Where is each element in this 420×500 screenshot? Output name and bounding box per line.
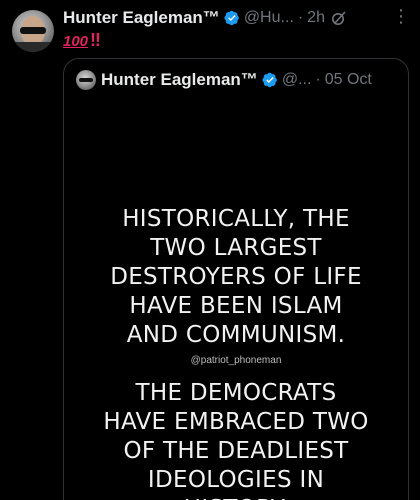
avatar[interactable] [12,10,54,52]
quoted-author-handle[interactable]: @... [282,71,312,89]
image-watermark: @patriot_phoneman [190,355,282,366]
avatar-sunglasses [20,27,46,34]
tweet-header: Hunter Eagleman™ @Hu... · 2h [63,6,412,30]
verified-badge-icon [262,72,277,88]
quoted-tweet-header: Hunter Eagleman™ @... · 05 Oct [76,69,398,91]
author-handle[interactable]: @Hu... [244,9,294,27]
quoted-author-display-name[interactable]: Hunter Eagleman™ [101,70,258,90]
double-exclamation-emoji: ‼ [90,30,101,50]
more-options-icon[interactable]: ⋮ [392,7,410,25]
avatar-shirt [12,42,54,52]
hundred-points-emoji: 100 [63,33,89,50]
quoted-image[interactable]: HISTORICALLY, THE TWO LARGEST DESTROYERS… [64,101,408,500]
quoted-tweet[interactable]: Hunter Eagleman™ @... · 05 Oct HISTORICA… [63,58,409,500]
separator-dot: · [297,9,304,26]
quoted-post-date[interactable]: 05 Oct [325,71,372,89]
tweet[interactable]: Hunter Eagleman™ @Hu... · 2h ⋮ 100 ‼ Hunt… [0,0,420,500]
grok-icon[interactable] [331,10,347,26]
image-text-bottom: THE DEMOCRATS HAVE EMBRACED TWO OF THE D… [103,380,369,500]
quoted-avatar[interactable] [76,70,96,90]
image-text-top: HISTORICALLY, THE TWO LARGEST DESTROYERS… [110,206,362,348]
separator-dot: · [315,71,321,88]
verified-badge-icon [224,10,239,26]
post-time[interactable]: 2h [307,9,325,27]
tweet-text: 100 ‼ [63,30,101,52]
author-display-name[interactable]: Hunter Eagleman™ [63,8,220,28]
